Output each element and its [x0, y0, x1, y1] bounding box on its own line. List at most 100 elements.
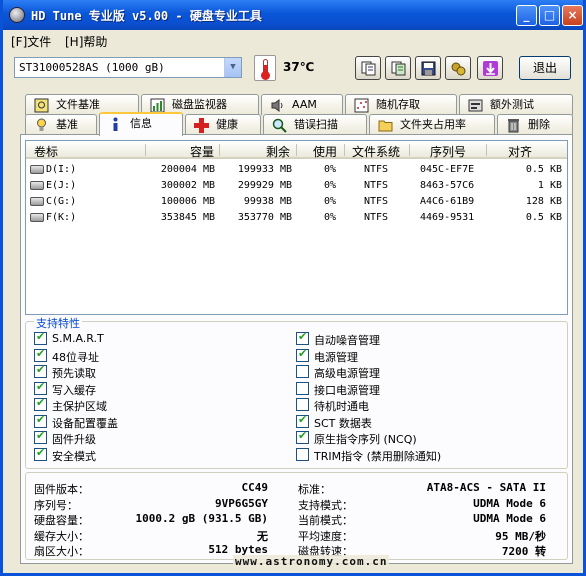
speaker-icon	[271, 99, 283, 112]
volume-list[interactable]: 卷标 容量 剩余 使用 文件系统 序列号 对齐 D(I:) 200004 MB 19…	[25, 140, 568, 315]
tab-info[interactable]: 信息	[99, 112, 183, 136]
tab-error-scan[interactable]: 错误扫描	[263, 114, 367, 135]
tab-erase[interactable]: 删除	[497, 114, 573, 135]
cell-free: 199933 MB	[237, 164, 292, 175]
save-button[interactable]	[415, 56, 441, 80]
info-panel: 卷标 容量 剩余 使用 文件系统 序列号 对齐 D(I:) 200004 MB 19…	[20, 134, 573, 564]
disk-monitor-icon	[150, 98, 165, 113]
feature-label: 固件升级	[52, 433, 96, 446]
table-row[interactable]: C(G:) 100006 MB 99938 MB 0% NTFS A4C6-61B9 128…	[26, 194, 567, 210]
cell-label: E(J:)	[46, 180, 77, 191]
tab-random-access[interactable]: 随机存取	[345, 94, 457, 115]
info-label: 支持模式：	[298, 498, 353, 512]
cell-serial: 8463-57C6	[420, 180, 475, 191]
cell-used: 0%	[323, 196, 336, 207]
checked-checkbox-icon[interactable]	[296, 347, 309, 362]
col-label[interactable]: 卷标	[34, 143, 58, 160]
tab-benchmark[interactable]: 基准	[25, 114, 97, 135]
hard-drive-icon	[30, 197, 44, 206]
checked-checkbox-icon[interactable]	[34, 446, 47, 461]
options-button[interactable]	[445, 56, 471, 80]
unchecked-checkbox-icon[interactable]	[296, 381, 309, 395]
checked-checkbox-icon[interactable]	[296, 330, 309, 345]
unchecked-checkbox-icon[interactable]	[296, 365, 309, 378]
checked-checkbox-icon[interactable]	[34, 413, 47, 428]
random-access-icon	[354, 98, 369, 113]
tab-label: 信息	[130, 117, 152, 130]
erase-icon	[508, 119, 519, 133]
col-filesystem[interactable]: 文件系统	[352, 143, 400, 160]
toolbar: ST31000528AS (1000 gB) ▼ 37℃ 退出	[3, 50, 583, 88]
feature-label: S.M.A.R.T	[52, 332, 104, 345]
health-icon	[194, 118, 209, 133]
cell-fs: NTFS	[364, 180, 389, 191]
tab-folder-usage[interactable]: 文件夹占用率	[369, 114, 495, 135]
checked-checkbox-icon[interactable]	[34, 347, 47, 362]
window-title: HD Tune 专业版 v5.00 - 硬盘专业工具	[31, 9, 262, 23]
feature-label: 48位寻址	[52, 350, 99, 364]
cell-fs: NTFS	[364, 196, 389, 207]
cell-free: 299929 MB	[237, 180, 292, 191]
feature-label: 原生指令序列 (NCQ)	[314, 433, 417, 446]
download-button[interactable]	[477, 56, 503, 80]
tab-label: 文件夹占用率	[400, 118, 466, 131]
minimize-button[interactable]: _	[516, 5, 537, 26]
checked-checkbox-icon[interactable]	[34, 396, 47, 411]
feature-label: 自动噪音管理	[314, 334, 380, 347]
copy-info-button[interactable]	[355, 56, 381, 80]
drive-select[interactable]: ST31000528AS (1000 gB) ▼	[14, 57, 242, 78]
checked-checkbox-icon[interactable]	[296, 413, 309, 428]
tab-label: AAM	[292, 98, 317, 111]
folder-usage-icon	[378, 120, 393, 132]
table-row[interactable]: D(I:) 200004 MB 199933 MB 0% NTFS 045C-EF7E 0.…	[26, 162, 567, 178]
feature-label: 待机时通电	[314, 400, 369, 413]
tab-extra-tests[interactable]: 额外测试	[459, 94, 573, 115]
info-label: 当前模式：	[298, 514, 353, 527]
feature-label: 安全模式	[52, 449, 96, 463]
cell-label: F(K:)	[46, 212, 77, 223]
feature-label: 接口电源管理	[314, 383, 380, 397]
copy-all-button[interactable]	[385, 56, 411, 80]
title-bar[interactable]: HD Tune 专业版 v5.00 - 硬盘专业工具 _ □ ×	[3, 0, 583, 30]
checked-checkbox-icon[interactable]	[34, 380, 47, 395]
tab-health[interactable]: 健康	[185, 114, 261, 135]
col-serial[interactable]: 序列号	[430, 143, 466, 160]
hard-drive-icon	[30, 213, 44, 222]
checked-checkbox-icon[interactable]	[34, 429, 47, 444]
info-value: 1000.2 gB (931.5 GB)	[135, 512, 268, 525]
menu-help[interactable]: [H]帮助	[65, 33, 107, 50]
checked-checkbox-icon[interactable]	[34, 330, 47, 345]
hard-drive-icon	[30, 165, 44, 174]
checked-checkbox-icon[interactable]	[34, 363, 47, 378]
tab-label: 删除	[528, 118, 550, 131]
maximize-button[interactable]: □	[539, 5, 560, 26]
thermometer-icon	[254, 55, 276, 81]
col-used[interactable]: 使用	[313, 143, 337, 160]
menu-bar: [F]文件 [H]帮助	[3, 30, 583, 50]
feature-label: SCT 数据表	[314, 416, 372, 430]
tab-label: 错误扫描	[294, 118, 338, 131]
hard-drive-icon	[30, 181, 44, 190]
menu-file[interactable]: [F]文件	[11, 33, 51, 50]
table-row[interactable]: E(J:) 300002 MB 299929 MB 0% NTFS 8463-57C6 1 …	[26, 178, 567, 194]
app-icon	[9, 7, 25, 23]
unchecked-checkbox-icon[interactable]	[296, 447, 309, 461]
main-window: HD Tune 专业版 v5.00 - 硬盘专业工具 _ □ × [F]文件 […	[0, 0, 586, 576]
col-align[interactable]: 对齐	[508, 143, 532, 160]
unchecked-checkbox-icon[interactable]	[296, 398, 309, 411]
close-button[interactable]: ×	[562, 5, 583, 26]
watermark-text: www.astronomy.com.cn	[233, 555, 390, 568]
feature-label: 预先读取	[52, 367, 96, 380]
info-label: 标准：	[298, 483, 331, 496]
tab-aam[interactable]: AAM	[261, 94, 343, 115]
cell-fs: NTFS	[364, 164, 389, 175]
col-free[interactable]: 剩余	[266, 143, 290, 160]
info-value: 7200 转	[501, 545, 546, 558]
volume-list-header: 卷标 容量 剩余 使用 文件系统 序列号 对齐	[26, 141, 567, 159]
cell-serial: A4C6-61B9	[420, 196, 475, 207]
checked-checkbox-icon[interactable]	[296, 429, 309, 444]
table-row[interactable]: F(K:) 353845 MB 353770 MB 0% NTFS 4469-9531 0.…	[26, 210, 567, 226]
chevron-down-icon[interactable]: ▼	[224, 58, 241, 77]
exit-button[interactable]: 退出	[519, 56, 571, 80]
col-capacity[interactable]: 容量	[190, 143, 214, 160]
